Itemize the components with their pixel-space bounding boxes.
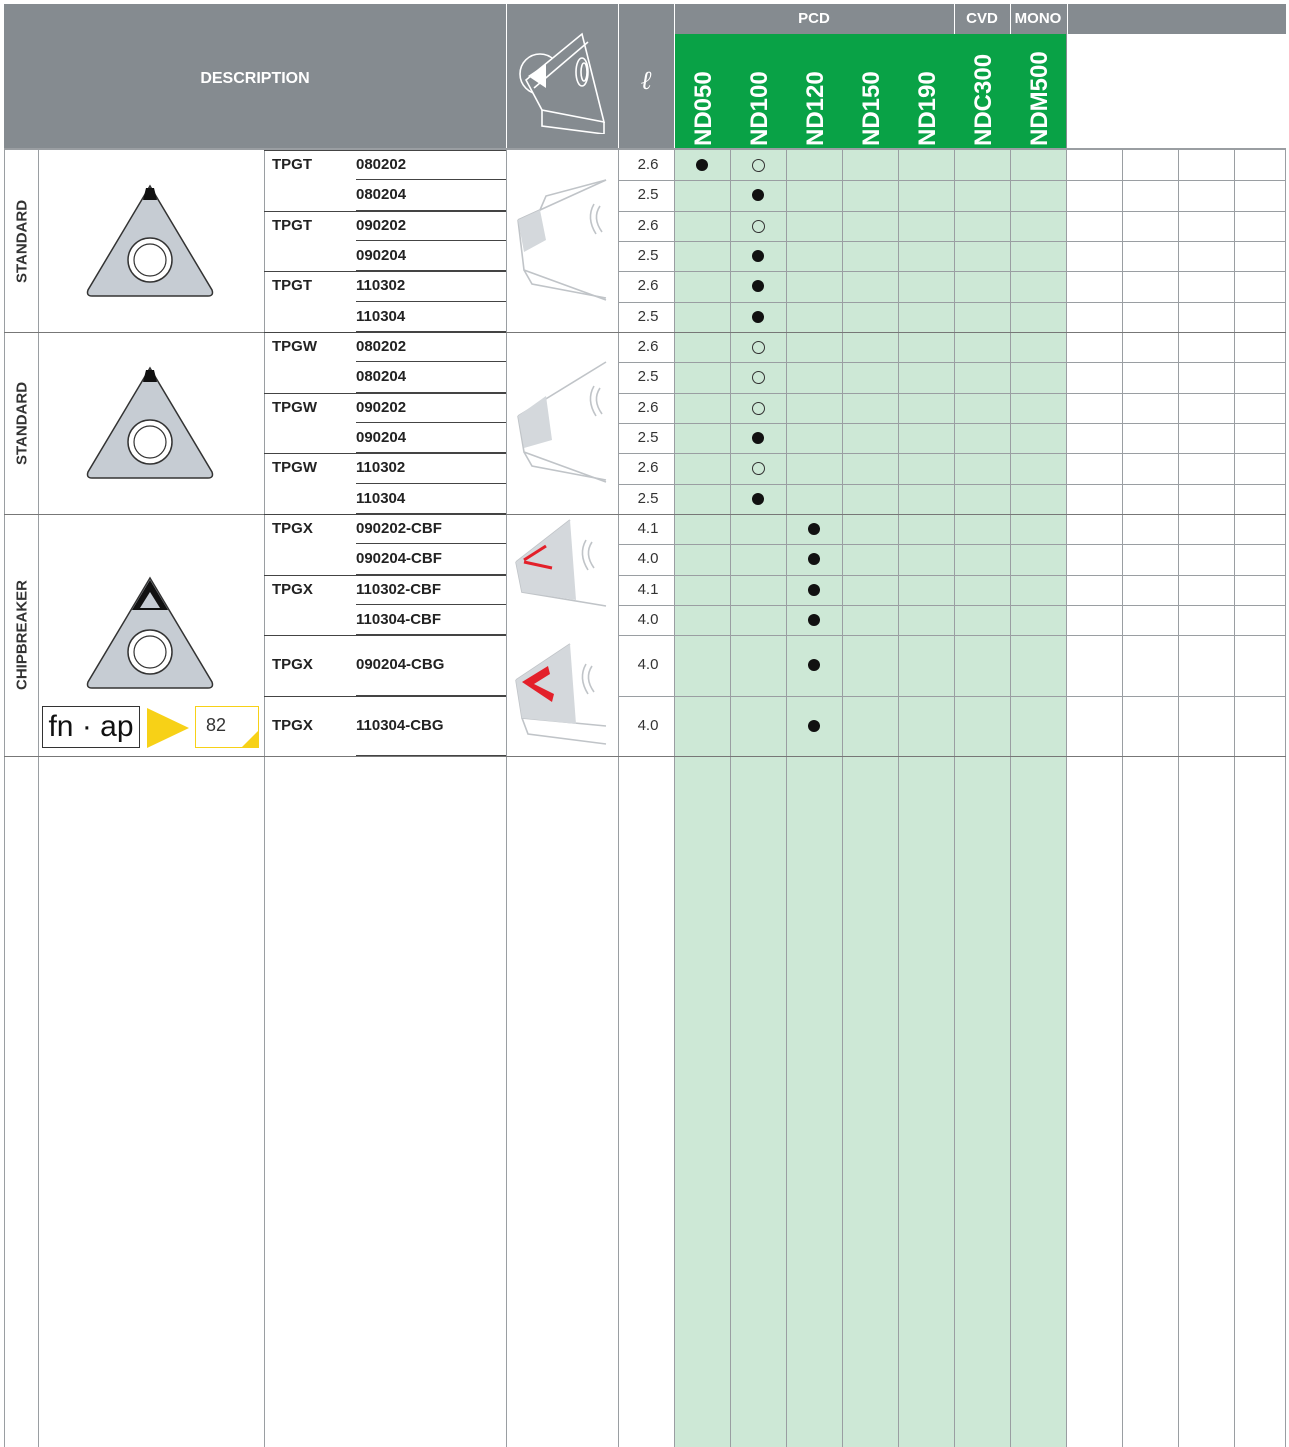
recommended-mark (752, 250, 764, 263)
insert-type-code: TPGX (272, 716, 313, 734)
insert-size-code: 110304 (356, 307, 406, 325)
description-header: DESCRIPTION (200, 70, 310, 87)
length-value: 2.6 (637, 459, 659, 477)
recommended-mark (808, 719, 820, 732)
recommended-mark (808, 614, 820, 627)
insert-type-code: TPGT (272, 277, 312, 295)
cutting-edge-standard-2 (517, 361, 607, 483)
section-label-standard-1: STANDARD (13, 199, 31, 283)
grade-ndc300: NDC300 (970, 53, 997, 146)
grade-columns-bg (674, 150, 1066, 1447)
length-value: 2.5 (637, 307, 659, 325)
page-corner-icon (241, 730, 259, 748)
blank-header-area (1068, 34, 1286, 150)
grade-nd150: ND150 (858, 71, 885, 146)
length-value: 2.5 (637, 186, 659, 204)
length-value: 4.1 (637, 580, 659, 598)
grade-nd120: ND120 (802, 71, 829, 146)
cutting-edge-chipbreaker-cbg (515, 643, 607, 745)
insert-size-code: 110304-CBG (356, 716, 444, 734)
insert-size-code: 090204-CBG (356, 656, 445, 674)
length-value: 2.6 (637, 398, 659, 416)
length-value: 2.6 (637, 216, 659, 234)
insert-geometry-icon (519, 32, 606, 134)
insert-size-code: 090204 (356, 247, 407, 265)
insert-type-code: TPGX (272, 520, 313, 538)
insert-size-code: 090204 (356, 429, 407, 447)
available-mark (752, 219, 765, 233)
cutting-edge-standard-1 (517, 179, 607, 301)
insert-type-code: TPGT (272, 156, 312, 174)
insert-size-code: 110302 (356, 277, 406, 295)
length-value: 4.0 (637, 656, 659, 674)
length-value: 4.1 (637, 520, 659, 538)
section-label-standard-2: STANDARD (13, 381, 31, 465)
insert-type-code: TPGW (272, 398, 317, 416)
insert-size-code: 090202 (356, 398, 407, 416)
length-value: 2.6 (637, 338, 659, 356)
insert-size-code: 080204 (356, 186, 407, 204)
group-cvd: CVD (966, 10, 998, 27)
insert-type-code: TPGW (272, 338, 317, 356)
grade-nd190: ND190 (914, 71, 941, 146)
insert-type-code: TPGW (272, 459, 317, 477)
insert-size-code: 080202 (356, 156, 407, 174)
length-value: 4.0 (637, 550, 659, 568)
insert-size-code: 090202 (356, 216, 407, 234)
insert-type-code: TPGT (272, 216, 312, 234)
recommended-mark (808, 583, 820, 596)
insert-size-code: 080202 (356, 338, 407, 356)
length-value: 4.0 (637, 611, 659, 629)
length-value: 2.5 (637, 247, 659, 265)
group-pcd: PCD (798, 10, 830, 27)
insert-type-code: TPGX (272, 656, 313, 674)
insert-size-code: 090204-CBF (356, 550, 442, 568)
section-label-chipbreaker: CHIPBREAKER (13, 580, 31, 691)
insert-type-code: TPGX (272, 580, 313, 598)
page-ref-number: 82 (206, 715, 227, 735)
insert-triangle-standard-1 (86, 184, 214, 297)
length-value: 2.5 (637, 368, 659, 386)
insert-triangle-chipbreaker (86, 576, 214, 689)
length-value: 2.5 (637, 429, 659, 447)
fn-ap-badge[interactable]: fn · ap (42, 706, 140, 748)
page-ref-badge[interactable]: 82 (195, 706, 259, 748)
grade-nd050: ND050 (690, 71, 717, 146)
available-mark (752, 401, 765, 415)
length-symbol: ℓ (640, 66, 652, 96)
insert-size-code: 080204 (356, 368, 407, 386)
recommended-mark (752, 310, 764, 323)
arrow-right-icon (147, 708, 189, 748)
length-value: 4.0 (637, 716, 659, 734)
insert-triangle-standard-2 (86, 366, 214, 479)
grade-ndm500: NDM500 (1026, 51, 1053, 146)
cutting-edge-chipbreaker-cbf (515, 519, 607, 607)
length-value: 2.5 (637, 489, 659, 507)
length-value: 2.6 (637, 277, 659, 295)
insert-size-code: 110302 (356, 459, 406, 477)
insert-size-code: 110304 (356, 489, 406, 507)
group-mono: MONO (1014, 10, 1062, 27)
insert-size-code: 110302-CBF (356, 580, 442, 598)
grade-nd100: ND100 (746, 71, 773, 146)
recommended-mark (752, 432, 764, 445)
recommended-mark (752, 492, 764, 505)
insert-size-code: 110304-CBF (356, 611, 442, 629)
length-value: 2.6 (637, 156, 659, 174)
insert-size-code: 090202-CBF (356, 520, 442, 538)
